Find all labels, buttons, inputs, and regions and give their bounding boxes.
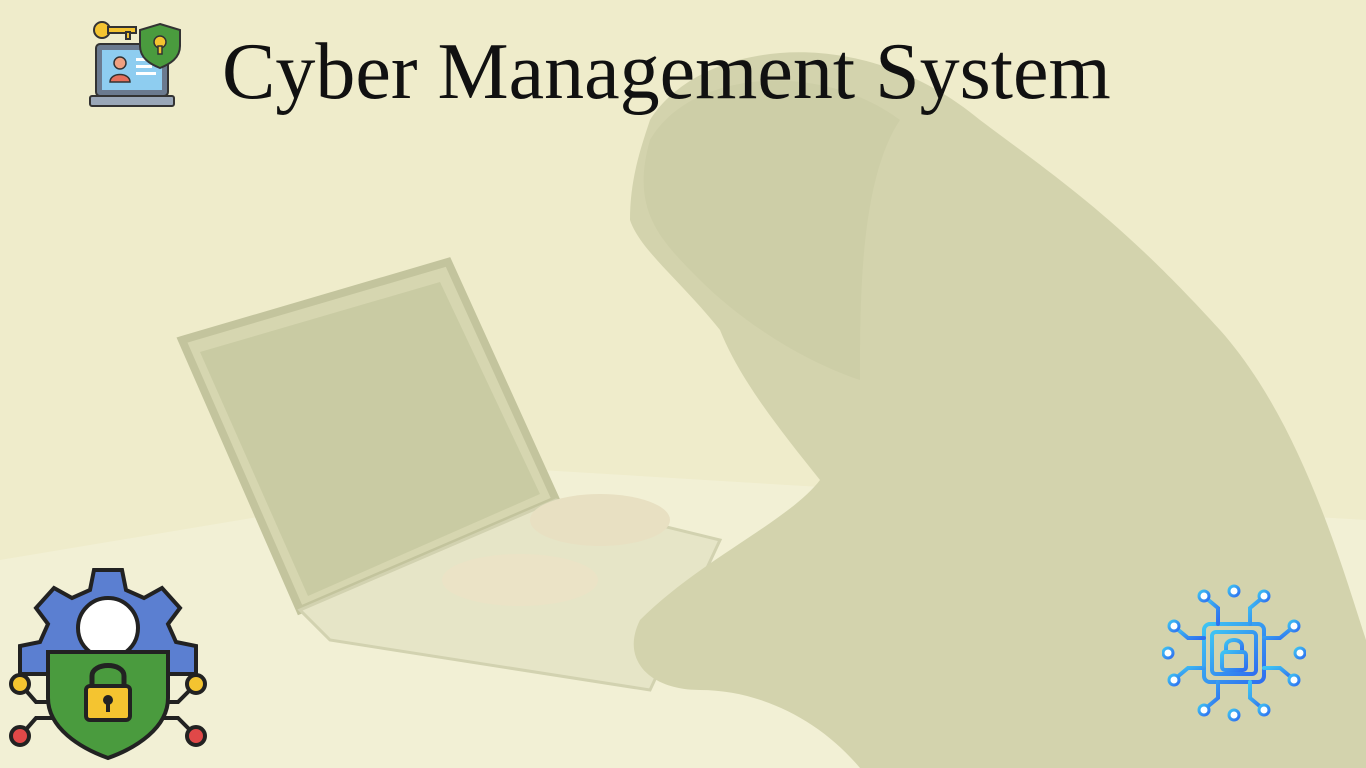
header: Cyber Management System	[0, 0, 1366, 140]
page-title: Cyber Management System	[222, 28, 1111, 116]
hand	[530, 494, 670, 546]
gear-shield-lock-network-icon	[6, 562, 210, 764]
hand	[442, 554, 598, 606]
circuit-chip-lock-icon	[1162, 582, 1306, 724]
laptop-user-key-shield-icon	[88, 18, 186, 114]
